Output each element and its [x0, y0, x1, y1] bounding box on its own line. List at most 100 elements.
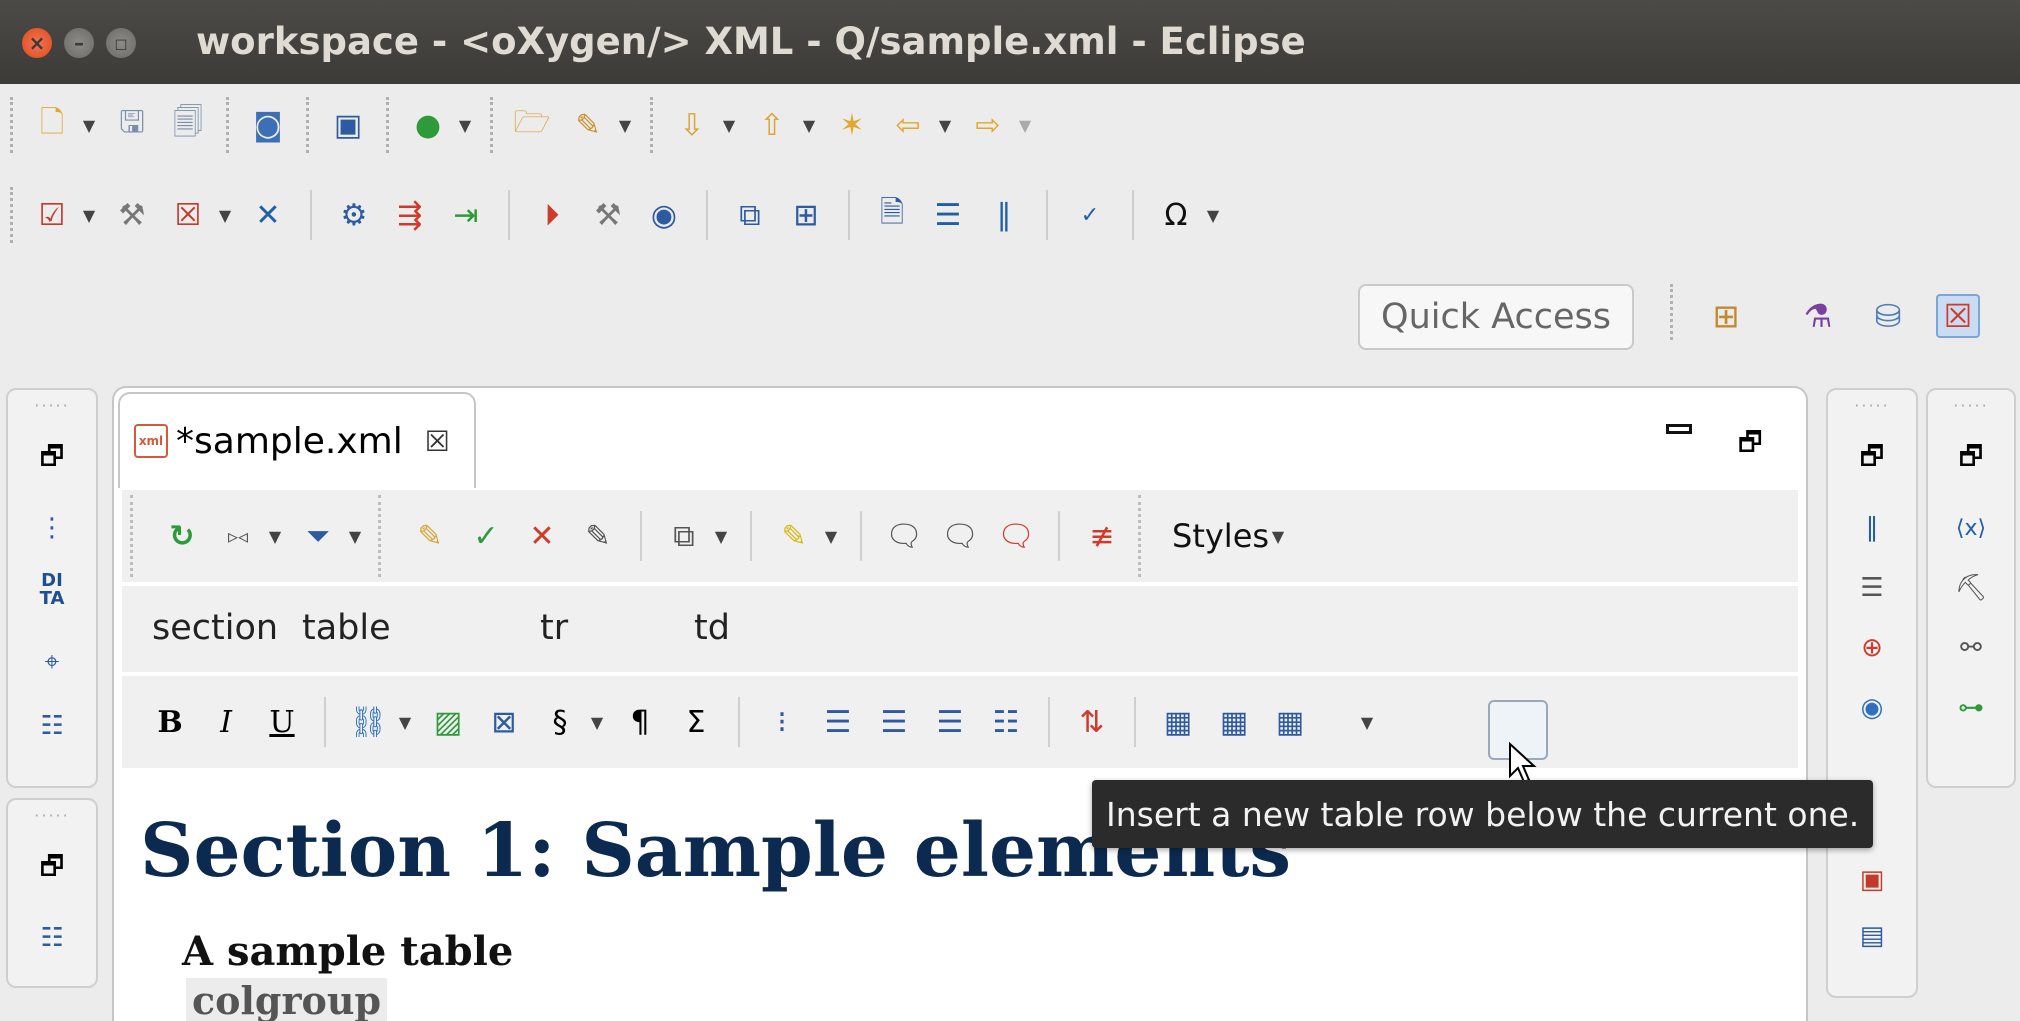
run-icon[interactable]: ● [408, 105, 448, 145]
delete-icon[interactable]: ✕ [248, 195, 288, 235]
tab-close-icon[interactable]: ☒ [425, 425, 450, 458]
dita-maps-icon[interactable]: DI TA [32, 570, 72, 610]
run-debug-icon[interactable]: ◉ [644, 195, 684, 235]
next-annotation-icon[interactable]: ⇩ [672, 105, 712, 145]
restore-icon[interactable]: 🗗 [32, 440, 72, 480]
breadcrumb-td[interactable]: td [694, 608, 730, 648]
trim-grip[interactable]: ····· [34, 396, 69, 415]
highlight-icon[interactable]: ✎ [774, 516, 814, 556]
manage-changes-icon[interactable]: ⧉ [664, 516, 704, 556]
xpath-icon[interactable]: ∥ [1852, 508, 1892, 548]
tags-display-dropdown-icon[interactable]: ▼ [264, 516, 286, 556]
compare-icon[interactable]: ⧉ [730, 195, 770, 235]
open-perspective-icon[interactable]: ⊞ [1704, 294, 1748, 338]
xml-perspective-icon[interactable]: ☒ [1936, 294, 1980, 338]
web-icon[interactable]: ◉ [1852, 688, 1892, 728]
insert-symbol-dropdown-icon[interactable]: ▼ [1202, 195, 1224, 235]
spell-check-icon[interactable]: ✓ [1070, 195, 1110, 235]
element-icon[interactable]: ⊕ [1852, 628, 1892, 668]
restore-icon[interactable]: 🗗 [1951, 440, 1991, 480]
more-tools-dropdown-icon[interactable]: ▼ [1356, 702, 1378, 742]
toolbar-grip[interactable] [226, 97, 234, 153]
open-folder-icon[interactable]: 🗁 [512, 105, 552, 145]
colgroup-tag[interactable]: colgroup [186, 978, 388, 1021]
validate-all-dropdown-icon[interactable]: ▼ [214, 195, 236, 235]
delete-row-icon[interactable]: ▦ [1270, 702, 1310, 742]
restore-icon[interactable]: 🗗 [32, 850, 72, 890]
validate-icon[interactable]: ☑ [32, 195, 72, 235]
reject-change-icon[interactable]: ✕ [522, 516, 562, 556]
breadcrumb-table[interactable]: table [302, 608, 391, 648]
toolbar-grip[interactable] [130, 495, 140, 577]
monitor-icon[interactable]: ▣ [328, 105, 368, 145]
track-changes-icon[interactable]: ✎ [410, 516, 450, 556]
highlight-dropdown-icon[interactable]: ▼ [820, 516, 842, 556]
comment-icon[interactable]: ∥ [984, 195, 1024, 235]
toolbar-grip[interactable] [1670, 284, 1678, 340]
link-icon[interactable]: ⛓ [348, 702, 388, 742]
maximize-editor-icon[interactable]: 🗗 [1738, 424, 1762, 468]
comment-change-icon[interactable]: ✎ [578, 516, 618, 556]
save-icon[interactable]: 🖫 [112, 105, 152, 145]
validate-all-icon[interactable]: ☒ [168, 195, 208, 235]
toolbar-grip[interactable] [490, 97, 498, 153]
debug-icon[interactable]: ⚒ [588, 195, 628, 235]
transform-scenarios-icon[interactable]: ⊶ [1951, 688, 1991, 728]
accept-change-icon[interactable]: ✓ [466, 516, 506, 556]
database-perspective-icon[interactable]: ⛁ [1866, 294, 1910, 338]
maximize-window-button[interactable]: ◻ [106, 28, 136, 58]
console-icon[interactable]: ▤ [1852, 916, 1892, 956]
previous-annotation-icon[interactable]: ⇧ [752, 105, 792, 145]
insert-section-button[interactable]: § [540, 702, 580, 742]
configure-icon[interactable]: ⚒ [112, 195, 152, 235]
insert-list-item-icon[interactable]: ⁝ [762, 702, 802, 742]
insert-paragraph-button[interactable]: ¶ [620, 702, 660, 742]
toolbar-grip[interactable] [386, 97, 394, 153]
back-dropdown-icon[interactable]: ▼ [934, 105, 956, 145]
format-indent-icon[interactable]: ☰ [928, 195, 968, 235]
new-file-icon[interactable]: 🗋 [32, 105, 72, 145]
run-transform-icon[interactable]: ⏵ [532, 195, 572, 235]
filter-icon[interactable]: ⏷ [298, 516, 338, 556]
insert-image-icon[interactable]: ▨ [428, 702, 468, 742]
entities-icon[interactable]: ⛏ [1951, 568, 1991, 608]
toolbar-grip[interactable] [650, 97, 658, 153]
new-dropdown-icon[interactable]: ▼ [78, 105, 100, 145]
edit-comment-icon[interactable]: 🗨 [940, 516, 980, 556]
insert-symbol-icon[interactable]: Ω [1156, 195, 1196, 235]
underline-button[interactable]: U [262, 702, 302, 742]
next-annotation-dropdown-icon[interactable]: ▼ [718, 105, 740, 145]
results-icon[interactable]: ▣ [1852, 860, 1892, 900]
pen-icon[interactable]: ✎ [568, 105, 608, 145]
add-comment-icon[interactable]: 🗨 [884, 516, 924, 556]
link-dropdown-icon[interactable]: ▼ [394, 702, 416, 742]
xml-settings-icon[interactable]: ⚙ [334, 195, 374, 235]
toolbar-grip[interactable] [10, 187, 18, 243]
remove-comment-icon[interactable]: 🗨 [996, 516, 1036, 556]
last-edit-icon[interactable]: ✶ [832, 105, 872, 145]
editor-tab-sample-xml[interactable]: xml *sample.xml ☒ [118, 392, 476, 488]
insert-table-icon[interactable]: ▦ [1158, 702, 1198, 742]
trim-grip[interactable]: ····· [1953, 396, 1988, 415]
run-dropdown-icon[interactable]: ▼ [454, 105, 476, 145]
forward-icon[interactable]: ⇨ [968, 105, 1008, 145]
attributes-icon[interactable]: ☷ [32, 918, 72, 958]
insert-xinclude-icon[interactable]: ⊠ [484, 702, 524, 742]
refresh-icon[interactable]: ◙ [248, 105, 288, 145]
minimize-window-button[interactable]: – [64, 28, 94, 58]
ordered-list-icon[interactable]: ☰ [818, 702, 858, 742]
insert-equation-button[interactable]: Σ [676, 702, 716, 742]
diff-icon[interactable]: ⊞ [786, 195, 826, 235]
manage-changes-dropdown-icon[interactable]: ▼ [710, 516, 732, 556]
save-all-icon[interactable]: 🗐 [168, 105, 208, 145]
breadcrumb-section[interactable]: section [152, 608, 278, 648]
reload-icon[interactable]: ↻ [162, 516, 202, 556]
insert-row-below-icon[interactable]: ▦ [1214, 702, 1254, 742]
previous-annotation-dropdown-icon[interactable]: ▼ [798, 105, 820, 145]
toolbar-grip[interactable] [10, 97, 18, 153]
italic-button[interactable]: I [206, 702, 246, 742]
toolbar-grip[interactable] [1138, 495, 1148, 577]
outline-icon[interactable]: ☷ [32, 706, 72, 746]
quick-access-field[interactable]: Quick Access [1358, 284, 1634, 350]
project-tree-icon[interactable]: ⋮ [32, 508, 72, 548]
